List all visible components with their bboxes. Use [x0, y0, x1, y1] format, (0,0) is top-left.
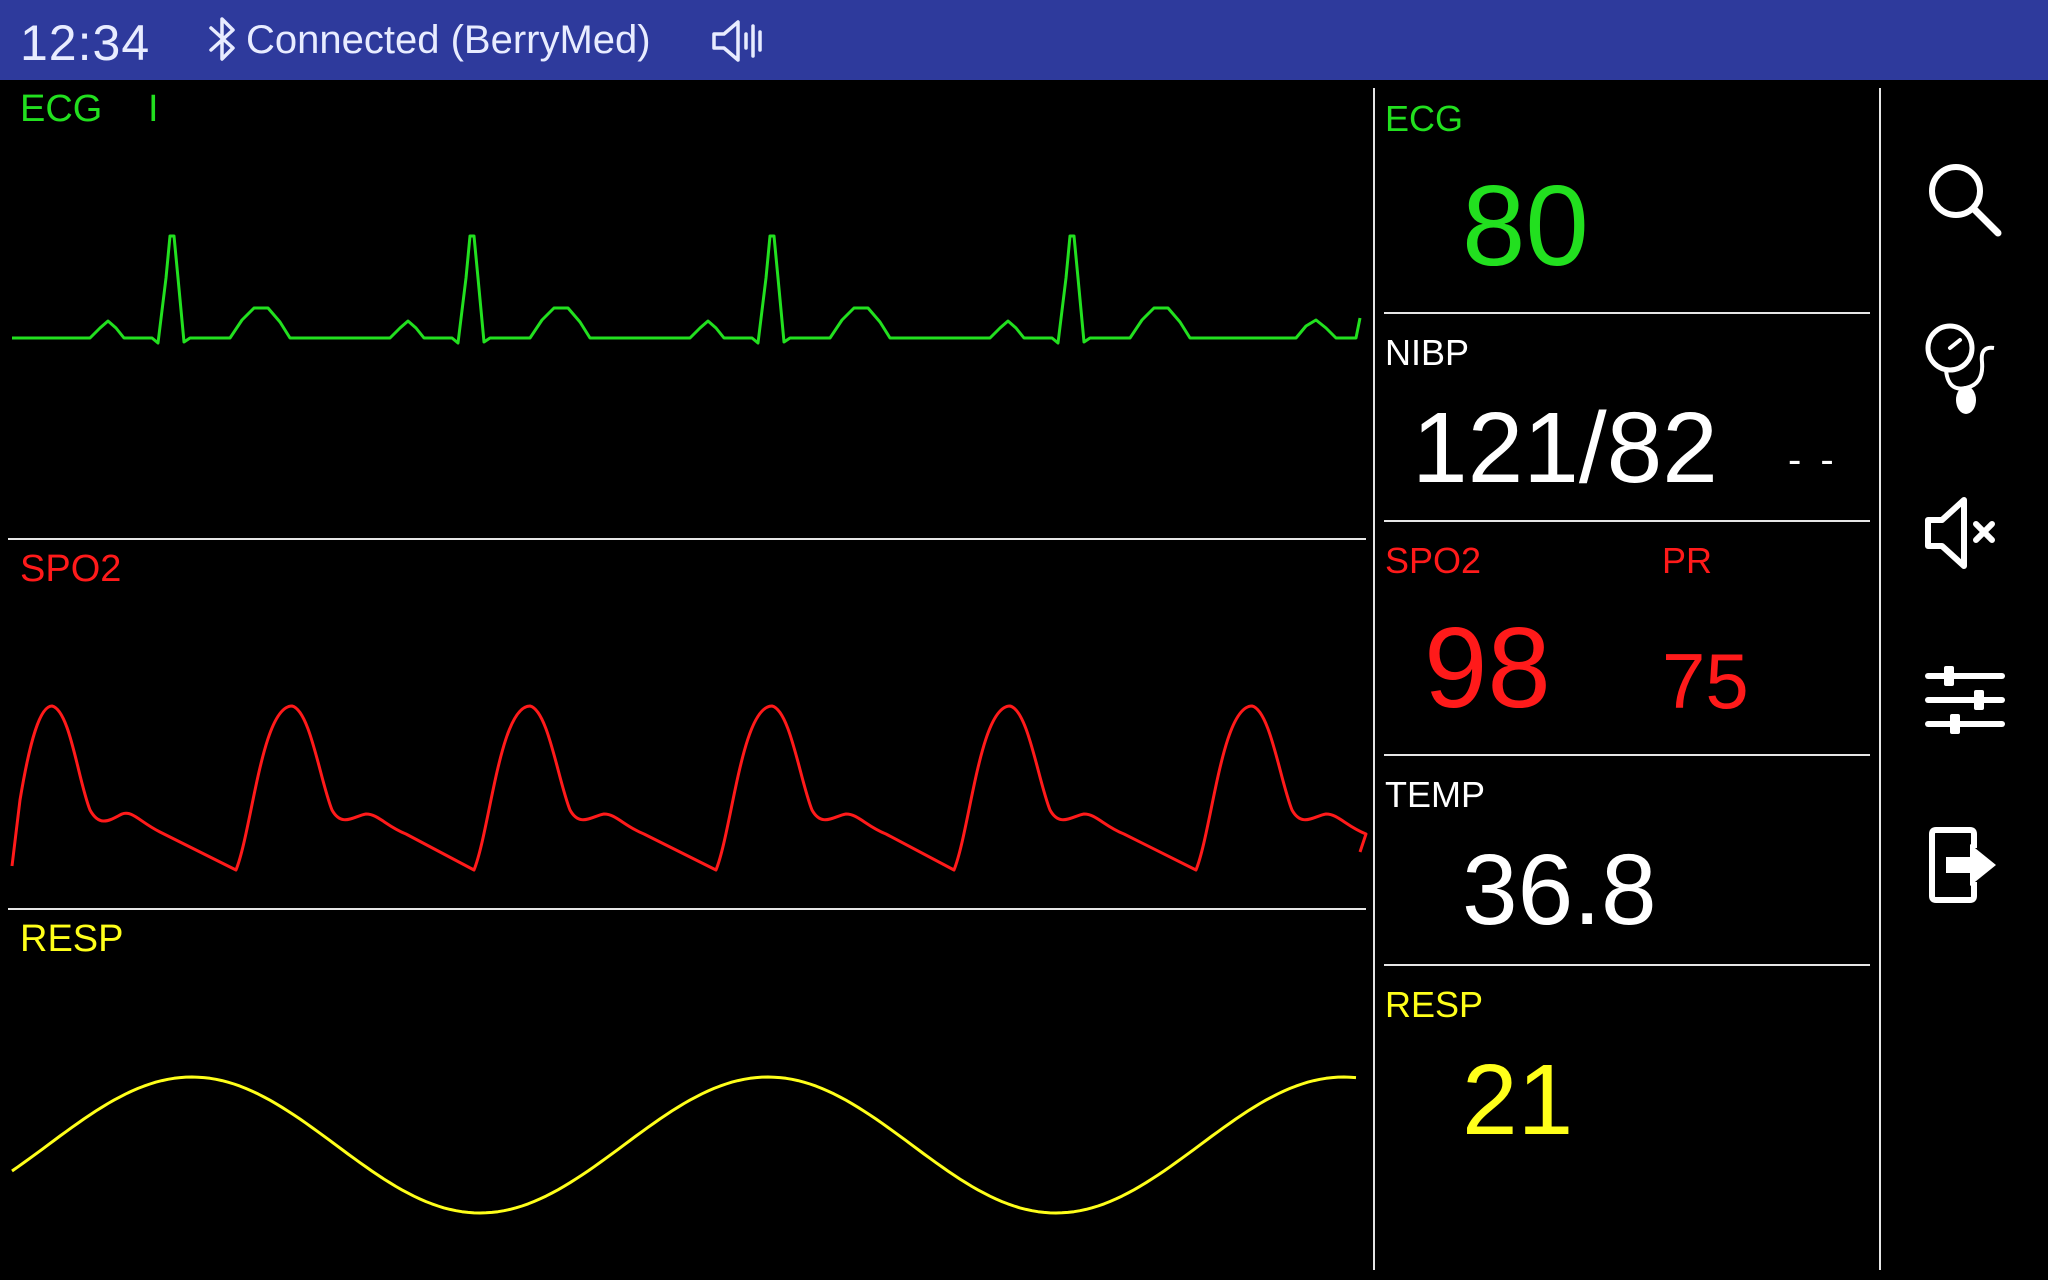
waveform-area: ECG I SPO2 RESP — [0, 80, 1370, 1280]
spo2-waveform — [10, 704, 1368, 872]
resp-wave-label: RESP — [20, 918, 124, 960]
resp-param-label: RESP — [1385, 984, 1484, 1025]
param-divider — [1384, 312, 1870, 314]
temperature-value: 36.8 — [1462, 834, 1657, 946]
param-divider — [1384, 520, 1870, 522]
heart-rate-value: 80 — [1462, 163, 1589, 290]
ecg-param-label: ECG — [1385, 98, 1464, 139]
param-divider — [1384, 964, 1870, 966]
temp-param-label: TEMP — [1385, 774, 1486, 815]
bluetooth-icon — [205, 14, 241, 69]
blood-pressure-cuff-icon[interactable] — [1920, 318, 2010, 414]
spo2-wave-label: SPO2 — [20, 548, 122, 590]
params-toolbar-divider — [1879, 88, 1881, 1270]
spo2-value: 98 — [1424, 605, 1551, 732]
ecg-lead-label: I — [148, 88, 159, 130]
connection-status: Connected (BerryMed) — [246, 18, 651, 62]
nibp-param-label: NIBP — [1385, 332, 1470, 373]
speaker-on-icon[interactable] — [710, 16, 770, 71]
ecg-waveform — [12, 234, 1362, 345]
nibp-extra: - - — [1788, 438, 1838, 482]
exit-icon[interactable] — [1920, 820, 2010, 910]
clock-time: 12:34 — [20, 15, 151, 71]
waves-params-divider — [1373, 88, 1375, 1270]
pr-param-label: PR — [1662, 540, 1713, 581]
search-icon[interactable] — [1920, 155, 2010, 245]
ecg-spo2-divider — [8, 538, 1366, 540]
spo2-resp-divider — [8, 908, 1366, 910]
settings-sliders-icon[interactable] — [1920, 656, 2010, 746]
status-bar: 12:34 Connected (BerryMed) — [0, 0, 2048, 80]
nibp-value: 121/82 — [1412, 392, 1718, 504]
mute-icon[interactable] — [1920, 488, 2010, 578]
spo2-param-label: SPO2 — [1385, 540, 1482, 581]
pulse-rate-value: 75 — [1662, 637, 1749, 725]
param-divider — [1384, 754, 1870, 756]
resp-rate-value: 21 — [1462, 1044, 1574, 1156]
ecg-wave-label: ECG — [20, 88, 103, 130]
resp-waveform — [11, 1075, 1357, 1215]
